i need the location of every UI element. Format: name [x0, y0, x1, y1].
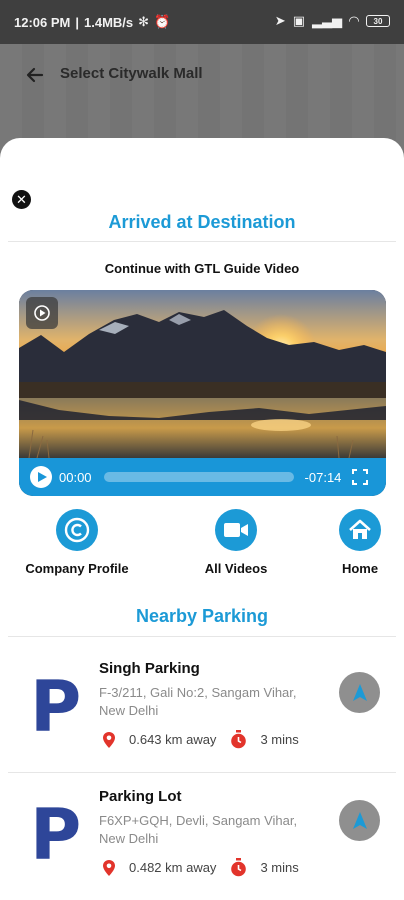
parking-list-item[interactable]: P Singh Parking F-3/211, Gali No:2, Sang…: [0, 638, 404, 760]
parking-duration: 3 mins: [260, 732, 299, 747]
navigation-arrow-icon: [352, 683, 367, 701]
guide-video-player[interactable]: 00:00 -07:14: [19, 290, 386, 496]
signal-icon: ▂▃▅: [312, 13, 342, 28]
battery-level: 30: [373, 16, 383, 26]
parking-name: Parking Lot: [99, 788, 182, 805]
back-arrow-icon[interactable]: [22, 62, 48, 88]
play-icon[interactable]: [30, 466, 52, 488]
fullscreen-icon[interactable]: [352, 469, 369, 485]
navigate-button[interactable]: [339, 672, 380, 713]
divider: [8, 636, 396, 637]
parking-distance: 0.643 km away: [129, 732, 217, 747]
home-label: Home: [341, 561, 379, 576]
parking-list-item[interactable]: P Parking Lot F6XP+GQH, Devli, Sangam Vi…: [0, 766, 404, 888]
all-videos-label: All Videos: [204, 561, 268, 576]
video-controls: 00:00 -07:14: [19, 458, 386, 496]
status-time: 12:06 PM: [14, 14, 71, 30]
battery-icon: 30: [366, 15, 390, 27]
video-current-time: 00:00: [59, 469, 92, 485]
parking-distance: 0.482 km away: [129, 860, 217, 875]
all-videos-button[interactable]: All Videos: [176, 509, 296, 576]
timer-icon: [231, 858, 247, 877]
navigate-button[interactable]: [339, 800, 380, 841]
nearby-parking-title: Nearby Parking: [135, 606, 269, 626]
navigation-arrow-icon: [352, 811, 367, 829]
location-icon: ➤: [274, 13, 286, 28]
app-bar: Select Citywalk Mall: [0, 44, 404, 104]
parking-logo: P: [30, 794, 82, 876]
location-pin-icon: [103, 731, 115, 748]
status-bar: 12:06 PM | 1.4MB/s ✻ ⏰ ➤ ▣ ▂▃▅ ◠ 30: [0, 0, 404, 44]
wifi-icon: ◠: [349, 13, 359, 28]
destination-bottom-sheet: ✕ Arrived at Destination Continue with G…: [0, 138, 404, 900]
app-bar-title: Select Citywalk Mall: [60, 65, 203, 82]
parking-name: Singh Parking: [99, 660, 200, 677]
fan-icon: ✻: [138, 14, 150, 29]
company-profile-button[interactable]: Company Profile: [17, 509, 137, 576]
status-net-speed: 1.4MB/s: [84, 14, 134, 30]
video-settings-icon[interactable]: [26, 297, 58, 329]
copyright-icon: [56, 509, 98, 551]
company-profile-label: Company Profile: [25, 561, 129, 576]
parking-meta: 0.482 km away 3 mins: [102, 858, 299, 877]
timer-icon: [231, 730, 247, 749]
video-camera-icon: [215, 509, 257, 551]
parking-meta: 0.643 km away 3 mins: [102, 730, 299, 749]
close-icon[interactable]: ✕: [12, 190, 31, 209]
parking-address: F6XP+GQH, Devli, Sangam Vihar, New Delhi: [99, 813, 298, 846]
video-seek-bar[interactable]: [103, 472, 294, 482]
parking-duration: 3 mins: [260, 860, 299, 875]
video-remaining-time: -07:14: [304, 469, 342, 485]
parking-address: F-3/211, Gali No:2, Sangam Vihar, New De…: [99, 685, 297, 718]
divider: [8, 241, 396, 242]
vowifi-icon: ▣: [292, 13, 305, 28]
parking-logo: P: [30, 666, 82, 748]
alarm-icon: ⏰: [154, 14, 171, 29]
video-subtitle: Continue with GTL Guide Video: [104, 261, 300, 276]
home-button[interactable]: Home: [300, 509, 404, 576]
location-pin-icon: [103, 859, 115, 876]
home-icon: [339, 509, 381, 551]
sheet-title: Arrived at Destination: [108, 212, 296, 232]
